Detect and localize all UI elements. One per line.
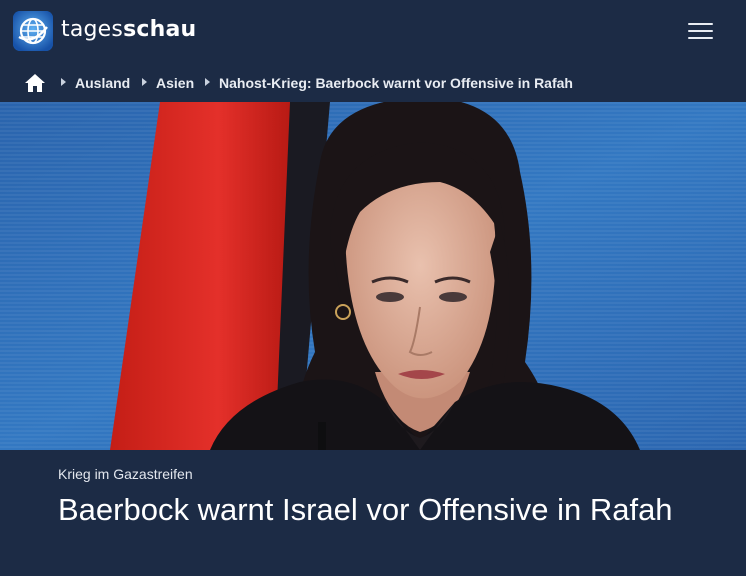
wordmark-light: tages [61,17,124,42]
tagesschau-logo-icon[interactable] [13,11,53,51]
breadcrumb-item-ausland[interactable]: Ausland [75,75,130,91]
breadcrumb: Ausland Asien Nahost-Krieg: Baerbock war… [0,64,746,102]
hero-image [0,102,746,450]
chevron-right-icon [142,78,147,86]
breadcrumb-item-asien[interactable]: Asien [156,75,194,91]
article-header: Krieg im Gazastreifen Baerbock warnt Isr… [0,450,746,576]
hamburger-menu-icon[interactable] [686,19,716,43]
article-headline[interactable]: Baerbock warnt Israel vor Offensive in R… [58,490,698,530]
chevron-right-icon [205,78,210,86]
home-icon[interactable] [24,72,46,94]
article-kicker: Krieg im Gazastreifen [58,466,193,482]
wordmark-bold: schau [123,17,197,42]
chevron-right-icon [61,78,66,86]
breadcrumb-item-current[interactable]: Nahost-Krieg: Baerbock warnt vor Offensi… [219,75,573,91]
site-wordmark[interactable]: tagesschau [61,17,196,42]
site-header: tagesschau [0,0,746,64]
